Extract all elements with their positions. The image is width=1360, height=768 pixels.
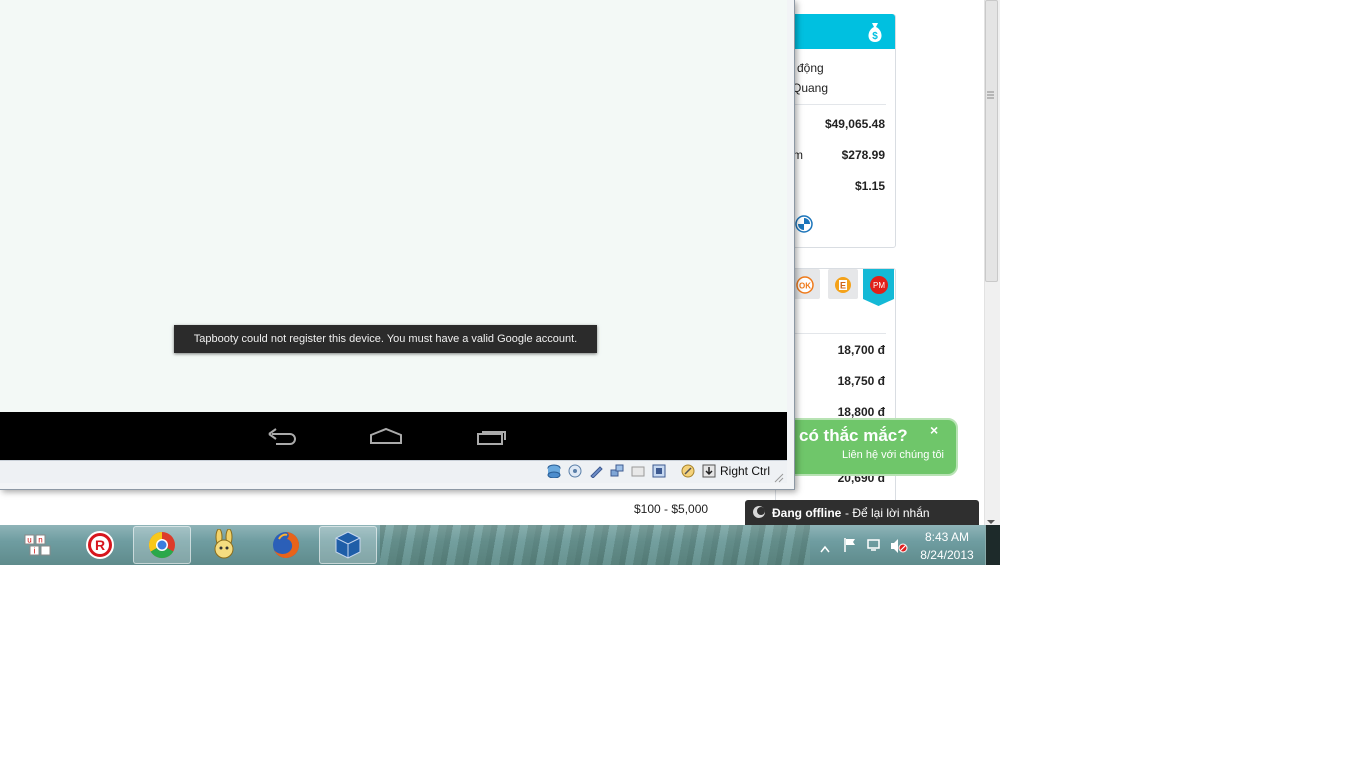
network-icon[interactable]	[610, 464, 624, 478]
scrollbar-thumb[interactable]	[985, 0, 998, 282]
unikey-icon: u n i	[23, 532, 53, 558]
r-app-icon: R	[85, 530, 115, 560]
bmw-icon[interactable]	[795, 215, 813, 233]
show-hidden-icons-icon[interactable]	[820, 540, 830, 553]
shared-folder-icon[interactable]	[631, 464, 645, 478]
taskbar-texture	[380, 525, 810, 565]
grip-icon	[987, 86, 995, 99]
price-2: 18,750 đ	[837, 374, 885, 388]
help-close-button[interactable]: ×	[930, 422, 938, 438]
ok-icon: OK	[796, 276, 814, 294]
card1-line1: động	[797, 61, 824, 75]
home-icon[interactable]	[369, 427, 403, 445]
video-capture-icon[interactable]	[652, 464, 666, 478]
clock-date[interactable]: 8/24/2013	[914, 548, 980, 562]
divider	[790, 333, 886, 334]
price-3: 18,800 đ	[837, 405, 885, 419]
ok-icon-text: OK	[799, 282, 811, 291]
usb-icon[interactable]	[589, 464, 603, 479]
balance-value-2: $278.99	[841, 148, 885, 162]
toast-message: Tapbooty could not register this device.…	[174, 325, 597, 353]
chrome-icon	[147, 530, 177, 560]
chat-status-text: Đang offline	[772, 506, 842, 520]
svg-text:n: n	[38, 536, 42, 545]
resize-grip-icon[interactable]	[774, 470, 784, 483]
help-title: có thắc mắc?	[799, 426, 908, 445]
money-bag-icon: $	[864, 20, 886, 44]
help-subtitle: Liên hệ với chúng tôi	[842, 449, 945, 461]
keyboard-capture-icon[interactable]	[702, 464, 716, 478]
back-icon[interactable]	[266, 426, 298, 446]
svg-text:R: R	[95, 537, 105, 553]
optical-drive-icon[interactable]	[568, 464, 582, 478]
svg-text:u: u	[27, 536, 31, 545]
balance-value-1: $49,065.48	[824, 117, 885, 131]
show-desktop-button[interactable]	[985, 525, 1000, 565]
pm-icon-text: PM	[873, 281, 885, 290]
vbox-status-bar	[0, 460, 787, 483]
virtualbox-icon	[333, 530, 363, 560]
recent-apps-icon[interactable]	[475, 428, 507, 446]
pm-icon: PM	[869, 275, 889, 295]
firefox-icon	[271, 530, 301, 560]
range-label: $100 - $5,000	[634, 502, 709, 516]
balance-value-3: $1.15	[854, 179, 885, 193]
mouse-integration-icon[interactable]	[681, 464, 695, 478]
svg-text:i: i	[34, 547, 36, 556]
host-key-label: Right Ctrl	[720, 464, 771, 478]
card1-line2: Quang	[792, 81, 829, 95]
network-tray-icon[interactable]	[866, 538, 882, 552]
svg-text:$: $	[872, 31, 878, 42]
hard-disk-icon[interactable]	[547, 464, 561, 479]
volume-muted-icon[interactable]	[890, 538, 908, 554]
bunny-app-icon	[209, 528, 239, 561]
action-center-flag-icon[interactable]	[843, 537, 857, 553]
e-icon-text: E	[840, 281, 846, 291]
chat-status-icon	[752, 505, 766, 519]
price-1: 18,700 đ	[837, 343, 885, 357]
divider	[790, 104, 886, 105]
scroll-down-arrow-icon[interactable]	[987, 512, 995, 524]
e-icon: E	[834, 276, 852, 294]
chat-action-text[interactable]: - Để lại lời nhắn	[845, 506, 930, 520]
clock-time[interactable]: 8:43 AM	[918, 530, 976, 544]
